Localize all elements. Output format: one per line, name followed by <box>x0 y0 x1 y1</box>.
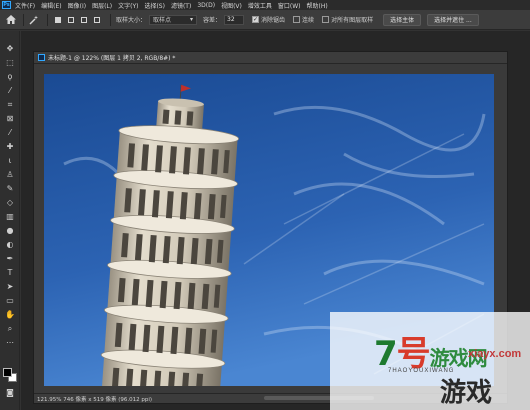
brush-icon: ɩ <box>8 156 12 165</box>
add-to-selection-button[interactable] <box>66 15 76 25</box>
contiguous-checkbox[interactable] <box>293 16 301 23</box>
brush-tool[interactable]: ɩ <box>4 155 16 167</box>
sample-size-select[interactable]: 取样点 ▾ <box>149 14 198 25</box>
menu-help[interactable]: 帮助(H) <box>307 1 328 10</box>
crop-icon: ⌗ <box>7 100 13 109</box>
home-button[interactable] <box>4 13 18 27</box>
quick-mask-icon: ◙ <box>6 388 14 397</box>
more-tools-icon: ⋯ <box>6 338 14 347</box>
foreground-color-swatch[interactable] <box>3 368 12 377</box>
new-selection-icon <box>55 16 61 23</box>
watermark-youxi: 游戏 <box>440 378 493 408</box>
pen-icon: ✒ <box>6 254 14 263</box>
lasso-tool[interactable]: ϙ <box>4 71 16 83</box>
blur-tool[interactable]: ● <box>4 225 16 237</box>
healing-brush-icon: ✚ <box>6 142 14 151</box>
document-status: 121.95% 746 像素 x 519 像素 (96.012 ppi) <box>37 396 153 403</box>
anti-alias-label: 消除锯齿 <box>261 17 286 24</box>
watermark: 7号游戏网 xiayx.com 7HAOYOUXIWANG 游戏 <box>330 312 530 410</box>
magic-wand-icon: ⁄ <box>9 86 11 95</box>
menu-edit[interactable]: 编辑(E) <box>41 1 61 10</box>
tolerance-label: 容差： <box>203 17 222 24</box>
document-icon <box>38 54 45 61</box>
menu-select[interactable]: 选择(S) <box>144 1 165 10</box>
blur-icon: ● <box>6 226 14 235</box>
menu-plugins[interactable]: 增效工具 <box>248 1 272 10</box>
history-brush-icon: ✎ <box>6 184 14 193</box>
gradient-icon: ▥ <box>6 212 14 221</box>
eyedropper-icon: ⁄ <box>9 128 11 137</box>
rectangle-tool[interactable]: ▭ <box>4 295 16 307</box>
menu-view[interactable]: 视图(V) <box>221 1 242 10</box>
intersect-selection-button[interactable] <box>92 15 102 25</box>
crop-tool[interactable]: ⌗ <box>4 99 16 111</box>
contiguous-label: 连续 <box>302 17 315 24</box>
pen-tool[interactable]: ✒ <box>4 253 16 265</box>
intersect-selection-icon <box>94 16 100 23</box>
subtract-from-selection-button[interactable] <box>79 15 89 25</box>
menu-bar: Ps 文件(F) 编辑(E) 图像(I) 图层(L) 文字(Y) 选择(S) 滤… <box>0 0 530 10</box>
sample-all-layers-checkbox[interactable] <box>322 16 330 23</box>
eraser-tool[interactable]: ◇ <box>4 197 16 209</box>
hand-icon: ✋ <box>5 310 15 319</box>
home-icon <box>6 15 16 24</box>
watermark-site: xiayx.com <box>468 348 522 360</box>
path-selection-icon: ➤ <box>6 282 14 291</box>
menu-filter[interactable]: 滤镜(T) <box>171 1 191 10</box>
type-tool[interactable]: T <box>4 267 16 279</box>
tools-panel: ✥ ⬚ ϙ ⁄ ⌗ ⊠ ⁄ ✚ ɩ ♙ ✎ ◇ ▥ ● ◐ ✒ T ➤ ▭ ✋ … <box>0 31 20 410</box>
menu-type[interactable]: 文字(Y) <box>118 1 138 10</box>
zoom-icon: ⌕ <box>7 324 13 333</box>
gradient-tool[interactable]: ▥ <box>4 211 16 223</box>
menu-file[interactable]: 文件(F) <box>15 1 35 10</box>
menu-image[interactable]: 图像(I) <box>68 1 86 10</box>
type-icon: T <box>7 268 13 277</box>
frame-tool[interactable]: ⊠ <box>4 113 16 125</box>
sample-size-value: 取样点 <box>153 17 172 24</box>
chevron-down-icon: ▾ <box>190 16 194 23</box>
menu-layer[interactable]: 图层(L) <box>92 1 112 10</box>
options-bar: 取样大小： 取样点 ▾ 容差： 32 ✓ 消除锯齿 连续 对所有图层取样 选择主… <box>0 10 530 30</box>
select-and-mask-button[interactable]: 选择并遮住 ... <box>427 13 479 26</box>
frame-icon: ⊠ <box>6 114 14 123</box>
dodge-icon: ◐ <box>6 240 14 249</box>
more-tools[interactable]: ⋯ <box>4 337 16 349</box>
zoom-tool[interactable]: ⌕ <box>4 323 16 335</box>
magic-wand-icon <box>29 15 38 24</box>
marquee-tool[interactable]: ⬚ <box>4 57 16 69</box>
separator <box>110 13 111 26</box>
eraser-icon: ◇ <box>6 198 14 207</box>
lasso-icon: ϙ <box>7 72 13 81</box>
menu-3d[interactable]: 3D(D) <box>197 2 215 9</box>
dodge-tool[interactable]: ◐ <box>4 239 16 251</box>
healing-brush-tool[interactable]: ✚ <box>4 141 16 153</box>
move-icon: ✥ <box>6 44 14 53</box>
sample-all-layers-label: 对所有图层取样 <box>331 17 374 24</box>
clone-stamp-tool[interactable]: ♙ <box>4 169 16 181</box>
quick-mask-button[interactable]: ◙ <box>4 387 16 399</box>
menu-window[interactable]: 窗口(W) <box>278 1 301 10</box>
separator <box>23 13 24 26</box>
sample-size-label: 取样大小： <box>116 17 147 24</box>
eyedropper-tool[interactable]: ⁄ <box>4 127 16 139</box>
anti-alias-checkbox[interactable]: ✓ <box>252 16 260 23</box>
clone-stamp-icon: ♙ <box>6 170 14 179</box>
new-selection-button[interactable] <box>53 15 63 25</box>
subtract-selection-icon <box>81 16 87 23</box>
separator <box>47 13 48 26</box>
select-subject-button[interactable]: 选择主体 <box>383 13 422 26</box>
magic-wand-tool[interactable]: ⁄ <box>4 85 16 97</box>
tolerance-input[interactable]: 32 <box>224 14 245 25</box>
document-tab[interactable]: 未标题-1 @ 122% (图层 1 拷贝 2, RGB/8#) * <box>34 52 507 64</box>
move-tool[interactable]: ✥ <box>4 43 16 55</box>
hand-tool[interactable]: ✋ <box>4 309 16 321</box>
rectangle-icon: ▭ <box>6 296 14 305</box>
document-title: 未标题-1 @ 122% (图层 1 拷贝 2, RGB/8#) * <box>48 55 176 62</box>
path-selection-tool[interactable]: ➤ <box>4 281 16 293</box>
tool-preset-picker[interactable] <box>29 15 39 25</box>
add-selection-icon <box>68 16 74 23</box>
history-brush-tool[interactable]: ✎ <box>4 183 16 195</box>
photoshop-logo: Ps <box>2 1 11 9</box>
marquee-icon: ⬚ <box>6 58 14 67</box>
